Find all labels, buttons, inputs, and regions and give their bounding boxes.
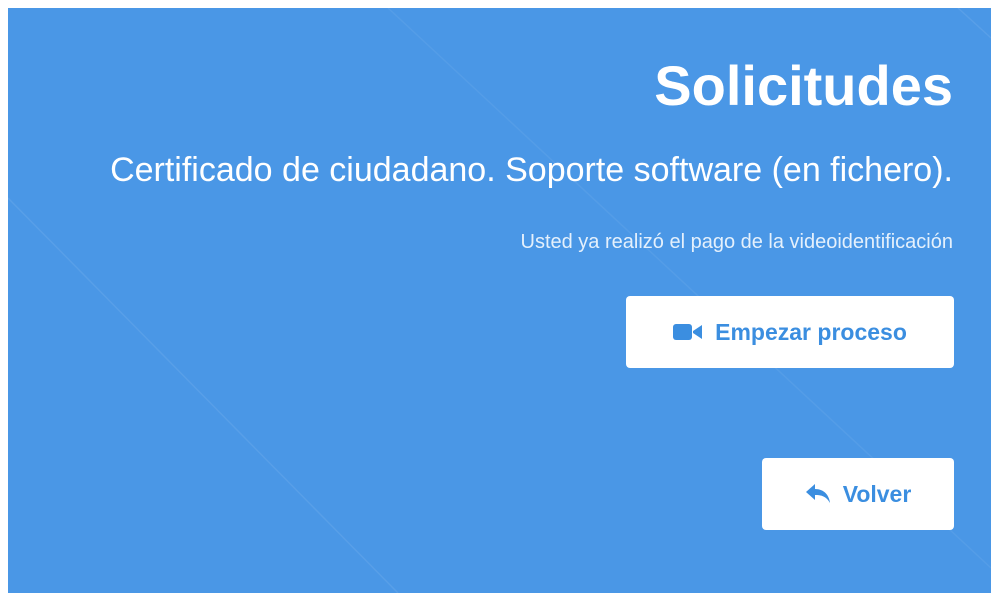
certificate-type: Certificado de ciudadano. Soporte softwa… <box>110 151 953 189</box>
start-process-label: Empezar proceso <box>715 318 907 345</box>
video-camera-icon <box>673 322 703 342</box>
start-process-button[interactable]: Empezar proceso <box>626 296 954 368</box>
page-title: Solicitudes <box>654 54 953 117</box>
payment-status-note: Usted ya realizó el pago de la videoiden… <box>520 231 954 253</box>
back-label: Volver <box>842 480 912 507</box>
back-button[interactable]: Volver <box>762 458 954 530</box>
main-panel: Solicitudes Certificado de ciudadano. So… <box>8 8 991 593</box>
reply-arrow-icon <box>805 483 831 505</box>
